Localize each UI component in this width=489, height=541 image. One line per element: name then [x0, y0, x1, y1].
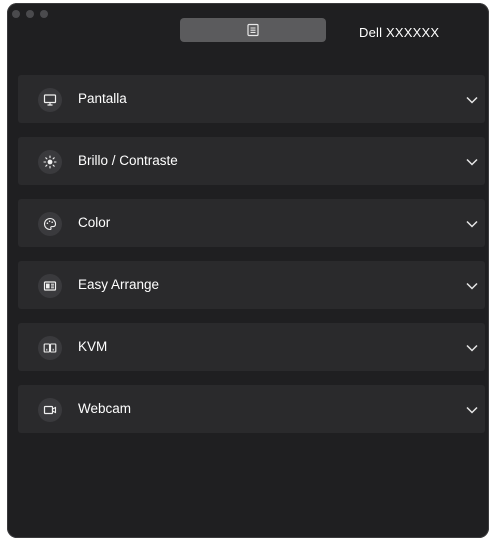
monitor-name: Dell XXXXXX	[359, 25, 440, 40]
document-icon	[247, 23, 259, 37]
window-controls	[12, 10, 48, 18]
app-window: Dell XXXXXX Pantalla Brillo / Contraste …	[7, 3, 489, 538]
palette-icon	[38, 212, 62, 236]
close-window-button[interactable]	[12, 10, 20, 18]
chevron-down-icon[interactable]	[465, 279, 479, 293]
chevron-down-icon[interactable]	[465, 341, 479, 355]
section-brillo-contraste[interactable]: Brillo / Contraste	[18, 137, 485, 185]
section-pantalla[interactable]: Pantalla	[18, 75, 485, 123]
layout-icon	[38, 274, 62, 298]
brightness-icon	[38, 150, 62, 174]
settings-section-list: Pantalla Brillo / Contraste Color Easy A…	[18, 75, 485, 447]
chevron-down-icon[interactable]	[465, 217, 479, 231]
section-webcam[interactable]: Webcam	[18, 385, 485, 433]
zoom-window-button[interactable]	[40, 10, 48, 18]
chevron-down-icon[interactable]	[465, 403, 479, 417]
chevron-down-icon[interactable]	[465, 155, 479, 169]
section-label: Pantalla	[78, 91, 127, 106]
section-color[interactable]: Color	[18, 199, 485, 247]
section-label: Brillo / Contraste	[78, 153, 178, 168]
section-kvm[interactable]: KVM	[18, 323, 485, 371]
menu-tab-button[interactable]	[180, 18, 326, 42]
kvm-icon	[38, 336, 62, 360]
section-label: Easy Arrange	[78, 277, 160, 292]
section-label: Webcam	[78, 401, 132, 416]
section-easy-arrange[interactable]: Easy Arrange	[18, 261, 485, 309]
chevron-down-icon[interactable]	[465, 93, 479, 107]
minimize-window-button[interactable]	[26, 10, 34, 18]
section-label: KVM	[78, 339, 108, 354]
webcam-icon	[38, 398, 62, 422]
monitor-icon	[38, 88, 62, 112]
section-label: Color	[78, 215, 111, 230]
